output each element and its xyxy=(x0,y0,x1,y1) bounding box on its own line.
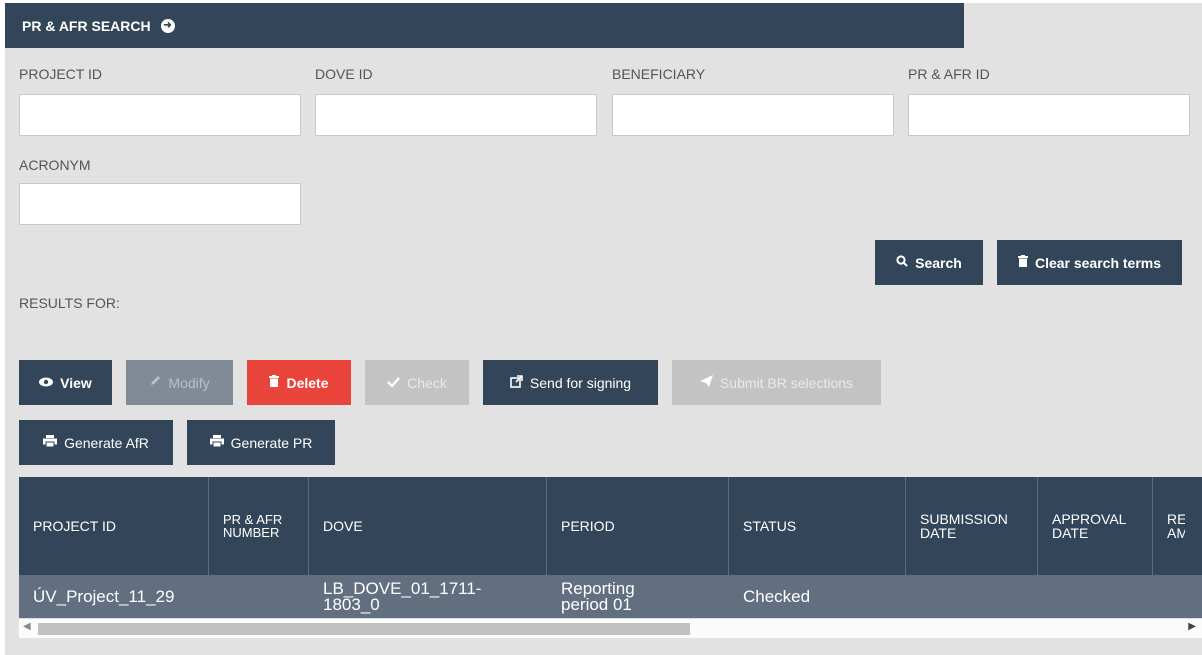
modify-button[interactable]: Modify xyxy=(126,360,233,405)
dove-id-input[interactable] xyxy=(315,94,597,136)
table-row[interactable]: ÚV_Project_11_29 LB_DOVE_01_1711-1803_0 … xyxy=(19,575,1202,618)
cell-pr-afr-number xyxy=(209,575,309,618)
scrollbar-thumb[interactable] xyxy=(38,623,690,635)
send-for-signing-label: Send for signing xyxy=(529,374,632,391)
submit-br-label: Submit BR selections xyxy=(719,374,854,391)
cell-truncated xyxy=(1153,575,1202,618)
column-header-truncated-label: RE AM xyxy=(1167,512,1185,540)
delete-button[interactable]: Delete xyxy=(247,360,351,405)
modify-label: Modify xyxy=(168,374,210,391)
generate-afr-button[interactable]: Generate AfR xyxy=(19,420,173,465)
column-header-pr-afr-number[interactable]: PR & AFR NUMBER xyxy=(209,477,309,575)
view-label: View xyxy=(60,374,92,391)
cell-approval-date xyxy=(1038,575,1153,618)
beneficiary-input[interactable] xyxy=(612,94,894,136)
column-header-dove[interactable]: DOVE xyxy=(309,477,547,575)
generate-pr-label: Generate PR xyxy=(230,434,313,451)
horizontal-scrollbar[interactable]: ◀ ▶ xyxy=(19,618,1202,638)
cell-dove-text: LB_DOVE_01_1711-1803_0 xyxy=(323,578,482,614)
section-header[interactable]: PR & AFR SEARCH ➜ xyxy=(5,3,964,48)
column-header-approval-date-label: APPROVAL DATE xyxy=(1052,511,1126,541)
paper-plane-icon xyxy=(699,375,713,390)
generate-pr-button[interactable]: Generate PR xyxy=(187,420,335,465)
printer-icon xyxy=(209,435,224,450)
results-label: RESULTS FOR: xyxy=(19,295,120,311)
pencil-icon xyxy=(149,375,161,390)
checkmark-icon xyxy=(387,375,401,390)
clear-search-label: Clear search terms xyxy=(1034,254,1162,271)
search-icon xyxy=(896,255,908,270)
cell-project-id: ÚV_Project_11_29 xyxy=(33,586,175,606)
submit-br-selections-button[interactable]: Submit BR selections xyxy=(672,360,881,405)
column-header-submission-date[interactable]: SUBMISSION DATE xyxy=(906,477,1038,575)
acronym-label: ACRONYM xyxy=(19,157,91,173)
external-link-icon xyxy=(510,374,523,391)
eye-icon xyxy=(39,375,54,390)
view-button[interactable]: View xyxy=(19,360,112,405)
pr-afr-id-label: PR & AFR ID xyxy=(908,66,990,82)
cell-dove: LB_DOVE_01_1711-1803_0 xyxy=(309,575,547,618)
column-header-approval-date[interactable]: APPROVAL DATE xyxy=(1038,477,1153,575)
trash-icon xyxy=(269,375,280,390)
check-button[interactable]: Check xyxy=(365,360,469,405)
send-for-signing-button[interactable]: Send for signing xyxy=(483,360,658,405)
table-header: PROJECT ID PR & AFR NUMBER DOVE PERIOD S… xyxy=(19,477,1202,575)
generate-afr-label: Generate AfR xyxy=(64,434,149,451)
search-button[interactable]: Search xyxy=(875,240,983,285)
column-header-submission-date-label: SUBMISSION DATE xyxy=(920,511,1008,541)
column-header-project-id[interactable]: PROJECT ID xyxy=(19,477,209,575)
search-panel: PR & AFR SEARCH ➜ PROJECT ID DOVE ID BEN… xyxy=(5,3,1202,655)
search-button-label: Search xyxy=(915,254,962,271)
column-header-truncated[interactable]: RE AM xyxy=(1153,477,1202,575)
project-id-label: PROJECT ID xyxy=(19,66,102,82)
results-table: PROJECT ID PR & AFR NUMBER DOVE PERIOD S… xyxy=(19,477,1202,642)
beneficiary-label: BENEFICIARY xyxy=(612,66,706,82)
pr-afr-id-input[interactable] xyxy=(908,94,1190,136)
delete-label: Delete xyxy=(286,374,329,391)
scroll-right-arrow-icon[interactable]: ▶ xyxy=(1188,621,1196,632)
column-header-period[interactable]: PERIOD xyxy=(547,477,729,575)
cell-period-text: Reporting period 01 xyxy=(561,578,635,614)
cell-submission-date xyxy=(906,575,1038,618)
acronym-input[interactable] xyxy=(19,183,301,225)
cell-status: Checked xyxy=(743,586,811,606)
cell-period: Reporting period 01 xyxy=(547,575,729,618)
project-id-input[interactable] xyxy=(19,94,301,136)
clear-search-button[interactable]: Clear search terms xyxy=(997,240,1182,285)
trash-icon xyxy=(1017,255,1028,270)
check-label: Check xyxy=(407,374,447,391)
section-title: PR & AFR SEARCH xyxy=(22,17,151,34)
arrow-circle-right-icon[interactable]: ➜ xyxy=(160,18,175,33)
printer-icon xyxy=(43,435,58,450)
column-header-pr-afr-number-label: PR & AFR NUMBER xyxy=(223,512,283,540)
dove-id-label: DOVE ID xyxy=(315,66,373,82)
column-header-status[interactable]: STATUS xyxy=(729,477,906,575)
scroll-left-arrow-icon[interactable]: ◀ xyxy=(23,621,31,632)
